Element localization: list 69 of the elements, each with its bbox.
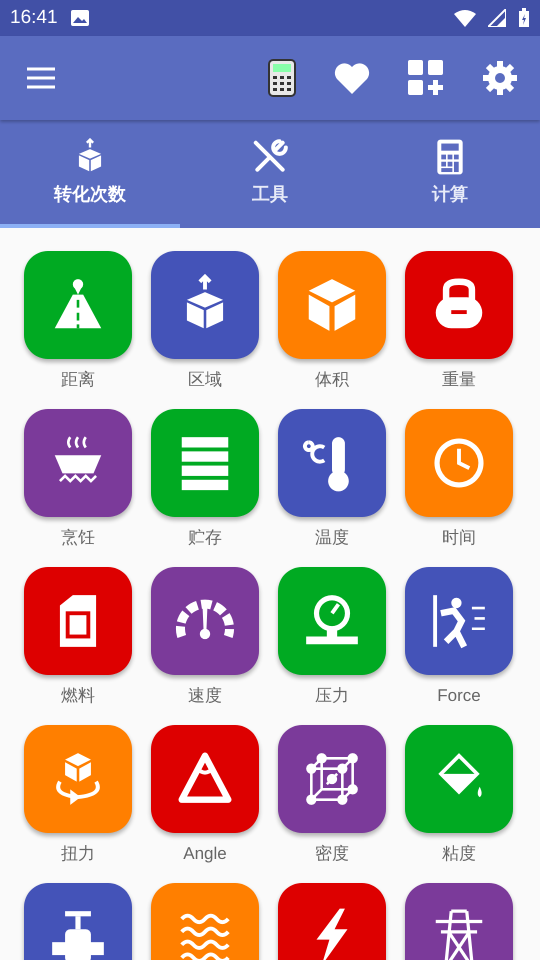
tile-label: 粘度 [442,843,476,865]
converter-tile[interactable] [405,251,513,359]
server-rack-icon [182,437,228,490]
cube-icon [308,279,356,331]
tile-label: Angle [183,843,227,865]
tile-label: 燃料 [61,685,95,707]
converter-tile[interactable] [278,251,386,359]
clock-icon [434,438,484,488]
cooking-pot-icon [54,436,102,483]
tile-label: 扭力 [61,843,95,865]
image-icon [70,9,90,27]
tile-label: 烹饪 [61,527,95,549]
add-widget-icon[interactable] [408,60,444,96]
tab[interactable]: 工具 [180,120,360,228]
waves-icon [180,914,230,960]
converter-tile[interactable] [24,251,132,359]
converter-tile[interactable] [151,567,259,675]
lightning-icon [316,908,348,960]
wifi-icon [454,9,476,27]
tile-label: 距离 [61,369,95,391]
converter-tile[interactable] [24,409,132,517]
converter-tile[interactable] [405,883,513,960]
converter-tile[interactable] [151,409,259,517]
converter-tile[interactable] [405,725,513,833]
converter-tile[interactable] [278,725,386,833]
tab[interactable]: 计算 [360,120,540,228]
converter-tile[interactable] [24,567,132,675]
converter-tile[interactable] [151,725,259,833]
road-pin-icon [54,279,102,330]
converter-tile[interactable] [278,883,386,960]
triangle-icon [178,752,232,803]
tile-label: 压力 [315,685,349,707]
heart-icon[interactable] [334,62,370,94]
tile-label: 密度 [315,843,349,865]
lattice-cube-icon [306,753,358,805]
converter-tile[interactable] [278,409,386,517]
pushing-person-icon [433,595,486,650]
converter-tile[interactable] [405,567,513,675]
weight-icon [436,278,482,328]
power-tower-icon [434,910,484,960]
tile-label: Force [437,685,481,707]
tile-label: 重量 [442,369,476,391]
converter-tile[interactable] [405,409,513,517]
menu-icon[interactable] [26,67,56,89]
tile-label: 贮存 [188,527,222,549]
tile-label: 体积 [315,369,349,391]
battery-icon [518,8,530,28]
pressure-gauge-icon [306,595,358,644]
converter-tile[interactable] [151,251,259,359]
calculator-icon[interactable] [268,59,296,97]
settings-icon[interactable] [482,60,518,96]
box-arrows-icon [186,274,224,328]
speedometer-icon [176,600,234,640]
status-time: 16:41 [10,7,58,29]
pouring-bucket-icon [438,753,482,798]
converter-tile[interactable] [278,567,386,675]
tile-label: 区域 [188,369,222,391]
signal-icon [488,9,506,27]
converter-tile[interactable] [151,883,259,960]
thermometer-icon [303,437,349,492]
converter-tile[interactable] [24,725,132,833]
converter-tile[interactable] [24,883,132,960]
tile-label: 速度 [188,685,222,707]
rotating-box-icon [56,753,100,805]
fuel-can-icon [60,595,96,647]
tile-label: 时间 [442,527,476,549]
tile-label: 温度 [315,527,349,549]
valve-icon [52,911,104,960]
tab[interactable]: 转化次数 [0,120,180,228]
